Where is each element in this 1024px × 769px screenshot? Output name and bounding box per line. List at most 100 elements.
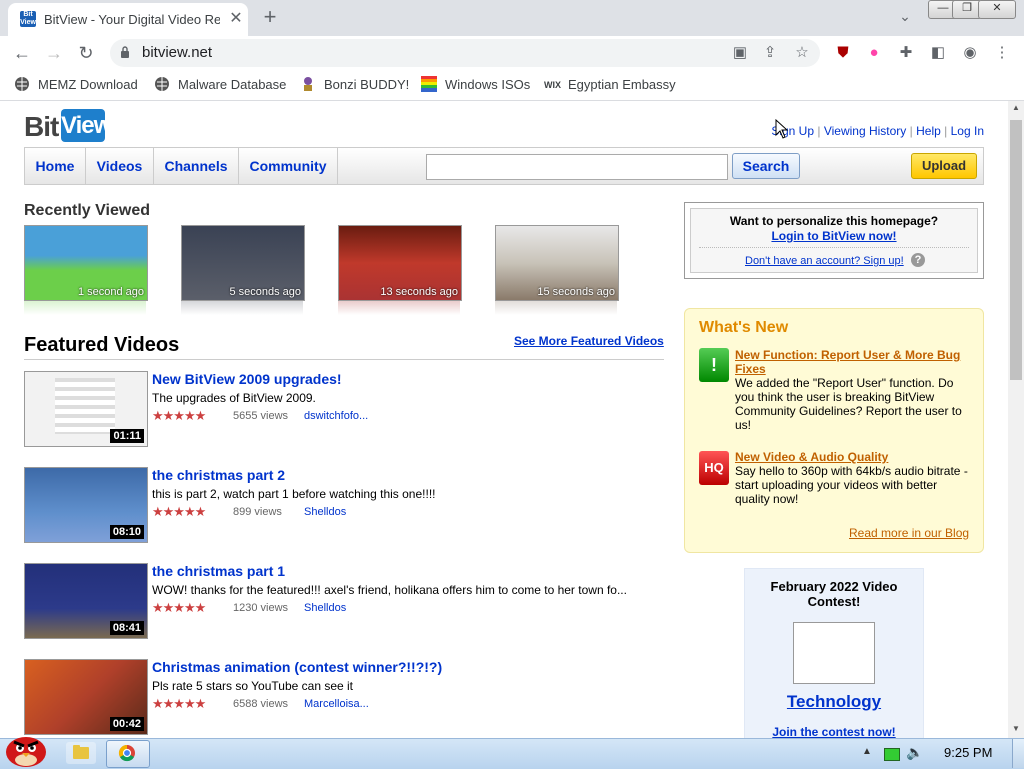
video-thumbnail[interactable]: 08:41 xyxy=(24,563,148,639)
star-rating: ★★★★★ xyxy=(152,504,206,519)
recent-time: 1 second ago xyxy=(77,286,144,298)
viewing-history-link[interactable]: Viewing History xyxy=(824,124,906,138)
bonzi-icon xyxy=(304,77,312,91)
search-input[interactable] xyxy=(426,154,728,180)
scroll-down-icon[interactable]: ▼ xyxy=(1008,724,1024,736)
search-button[interactable]: Search xyxy=(732,153,800,179)
bookmark-windows-isos[interactable]: Windows ISOs xyxy=(445,77,530,92)
login-link[interactable]: Login to BitView now! xyxy=(691,229,977,243)
share-icon[interactable]: ⇪ xyxy=(760,43,780,63)
lock-icon[interactable] xyxy=(120,46,130,58)
video-title-link[interactable]: New BitView 2009 upgrades! xyxy=(152,371,342,387)
side-panel-icon[interactable]: ◧ xyxy=(928,43,948,63)
upload-button[interactable]: Upload xyxy=(911,153,977,179)
view-count: 1230 views xyxy=(233,602,289,614)
extension-flag-icon[interactable]: ● xyxy=(864,43,884,63)
thumb-reflection xyxy=(495,301,617,315)
divider xyxy=(699,247,969,249)
contest-title: February 2022 Video Contest! xyxy=(770,579,898,609)
contest-category-link[interactable]: Technology xyxy=(745,692,923,712)
new-tab-icon[interactable]: + xyxy=(258,5,282,29)
video-thumbnail[interactable]: 08:10 xyxy=(24,467,148,543)
view-count: 5655 views xyxy=(233,410,289,422)
recent-thumb[interactable]: 5 seconds ago xyxy=(181,225,305,301)
uploader-link[interactable]: Marcelloisa... xyxy=(304,698,369,710)
recent-thumb[interactable]: 13 seconds ago xyxy=(338,225,462,301)
bitview-logo[interactable]: Bit View xyxy=(24,109,112,143)
whats-new-link[interactable]: New Video & Audio Quality xyxy=(735,450,888,464)
whats-new-text: We added the "Report User" function. Do … xyxy=(735,376,962,432)
video-description: Pls rate 5 stars so YouTube can see it xyxy=(152,679,354,693)
video-title-link[interactable]: the christmas part 2 xyxy=(152,467,285,483)
forward-arrow-icon[interactable]: → xyxy=(42,41,66,65)
recently-viewed-title: Recently Viewed xyxy=(24,202,150,219)
nav-channels[interactable]: Channels xyxy=(154,148,239,184)
show-hidden-icons-icon[interactable]: ▲ xyxy=(862,746,872,757)
video-description: The upgrades of BitView 2009. xyxy=(152,391,316,405)
bookmark-egyptian-embassy[interactable]: Egyptian Embassy xyxy=(568,77,676,92)
close-window-button[interactable]: ✕ xyxy=(978,0,1016,19)
show-desktop-button[interactable] xyxy=(1012,739,1024,768)
back-arrow-icon[interactable]: ← xyxy=(10,41,34,65)
blog-link[interactable]: Read more in our Blog xyxy=(849,526,969,540)
webpage: Bit View Sign Up | Viewing History | Hel… xyxy=(0,101,1008,738)
view-count: 899 views xyxy=(233,506,282,518)
windows-icon xyxy=(421,76,437,92)
video-duration: 00:42 xyxy=(109,717,144,731)
url-text[interactable]: bitview.net xyxy=(142,44,212,61)
whats-new-link[interactable]: New Function: Report User & More Bug Fix… xyxy=(735,348,971,376)
profile-avatar-icon[interactable]: ◉ xyxy=(960,43,980,63)
video-description: this is part 2, watch part 1 before watc… xyxy=(152,487,436,501)
thumb-reflection xyxy=(338,301,460,315)
uploader-link[interactable]: Shelldos xyxy=(304,602,346,614)
uploader-link[interactable]: dswitchfofo... xyxy=(304,410,368,422)
video-duration: 08:41 xyxy=(109,621,144,635)
kebab-menu-icon[interactable]: ⋮ xyxy=(992,43,1012,63)
help-link[interactable]: Help xyxy=(916,124,941,138)
separator: | xyxy=(909,124,913,138)
nav-videos[interactable]: Videos xyxy=(86,148,154,184)
video-thumbnail[interactable]: 01:11 xyxy=(24,371,148,447)
bookmark-star-icon[interactable]: ☆ xyxy=(792,43,812,63)
log-in-link[interactable]: Log In xyxy=(951,124,984,138)
uploader-link[interactable]: Shelldos xyxy=(304,506,346,518)
main-nav: Home Videos Channels Community Search Up… xyxy=(24,147,984,185)
blocked-popup-icon[interactable]: ▣ xyxy=(730,43,750,63)
clock[interactable]: 9:25 PM xyxy=(944,745,992,760)
bookmark-memz[interactable]: MEMZ Download xyxy=(38,77,138,92)
contest-image[interactable] xyxy=(793,622,875,684)
reload-icon[interactable]: ↻ xyxy=(74,41,98,65)
browser-tab[interactable]: Bit View BitView - Your Digital Video Re… xyxy=(8,3,248,36)
signup-link[interactable]: Don't have an account? Sign up! xyxy=(745,255,904,267)
star-rating: ★★★★★ xyxy=(152,696,206,711)
bookmark-bonzi-buddy[interactable]: Bonzi BUDDY! xyxy=(324,77,409,92)
volume-icon[interactable]: 🔈 xyxy=(906,744,923,761)
nav-home[interactable]: Home xyxy=(25,148,86,184)
warning-icon: ! xyxy=(699,348,729,382)
recent-thumb[interactable]: 15 seconds ago xyxy=(495,225,619,301)
whats-new-panel: What's New ! New Function: Report User &… xyxy=(684,308,984,553)
folder-icon xyxy=(73,745,89,759)
see-more-featured-link[interactable]: See More Featured Videos xyxy=(514,334,664,348)
video-title-link[interactable]: the christmas part 1 xyxy=(152,563,285,579)
chevron-down-icon[interactable]: ⌄ xyxy=(895,8,915,25)
bookmark-malware-database[interactable]: Malware Database xyxy=(178,77,286,92)
angry-bird-start-icon[interactable] xyxy=(2,730,50,768)
scroll-thumb[interactable] xyxy=(1010,120,1022,380)
ublock-shield-icon[interactable]: ⛊ xyxy=(833,43,853,63)
extensions-puzzle-icon[interactable]: ✚ xyxy=(896,43,916,63)
tab-close-icon[interactable]: ✕ xyxy=(226,9,246,29)
recent-thumb[interactable]: 1 second ago xyxy=(24,225,148,301)
join-contest-link[interactable]: Join the contest now! xyxy=(745,725,923,738)
network-icon[interactable] xyxy=(884,748,900,761)
featured-videos-title: Featured Videos xyxy=(24,334,180,356)
nav-community[interactable]: Community xyxy=(239,148,338,184)
help-icon[interactable]: ? xyxy=(911,253,925,267)
thumb-reflection xyxy=(24,301,146,315)
address-bar[interactable] xyxy=(110,39,820,67)
video-thumbnail[interactable]: 00:42 xyxy=(24,659,148,735)
video-title-link[interactable]: Christmas animation (contest winner?!!?!… xyxy=(152,659,442,675)
recent-time: 13 seconds ago xyxy=(380,286,458,298)
scroll-up-icon[interactable]: ▲ xyxy=(1008,103,1024,115)
logo-bit-text: Bit xyxy=(24,111,59,142)
